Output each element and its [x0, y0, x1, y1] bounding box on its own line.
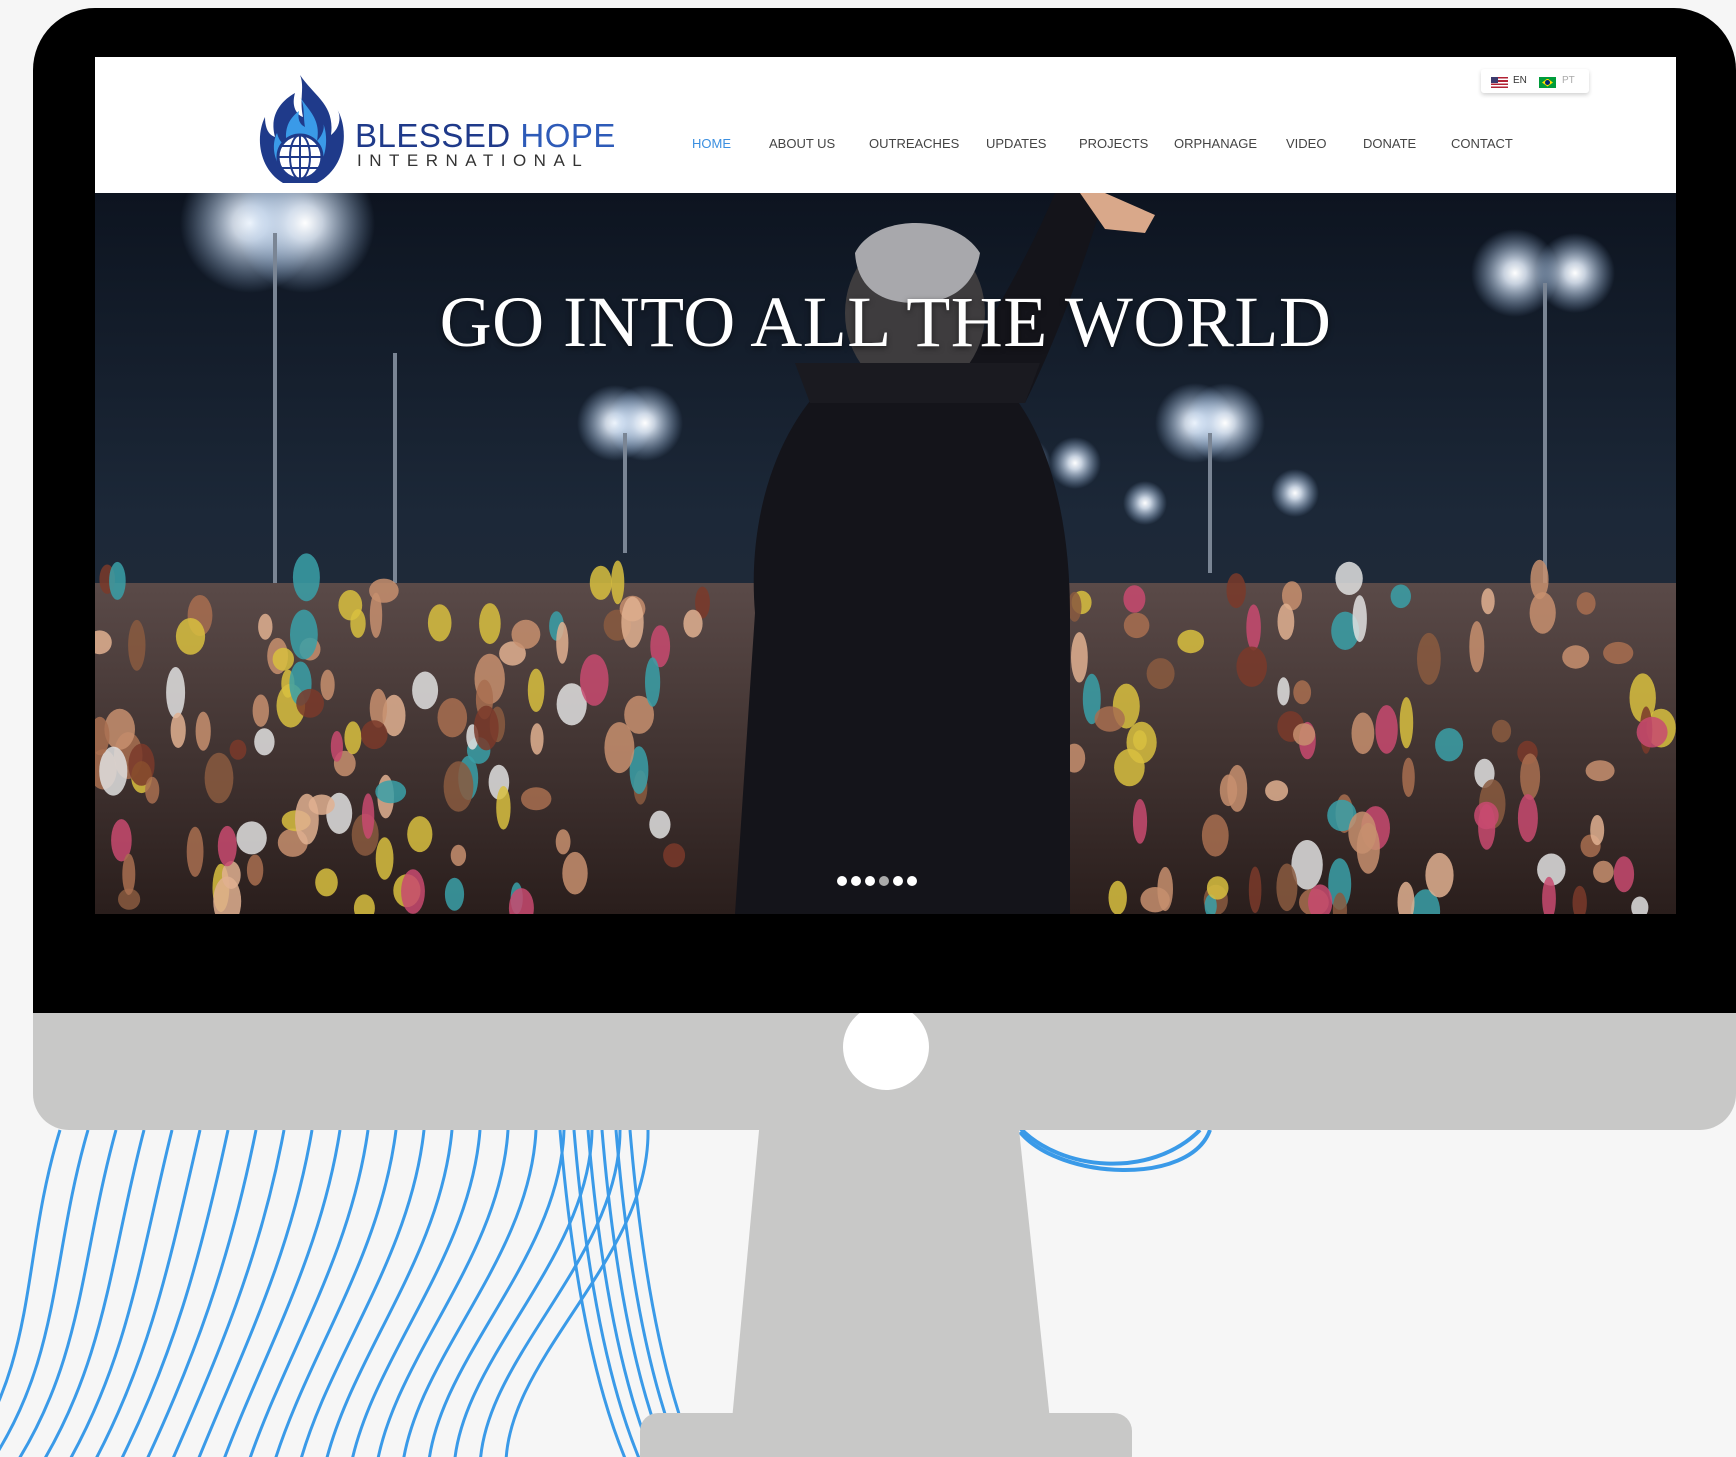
brazil-flag-icon[interactable] — [1539, 77, 1556, 88]
brand-subtitle: INTERNATIONAL — [357, 151, 590, 170]
slide-dot-6[interactable] — [907, 876, 917, 886]
nav-projects[interactable]: PROJECTS — [1079, 136, 1148, 151]
slide-dot-3[interactable] — [865, 876, 875, 886]
hero-title: GO INTO ALL THE WORLD — [439, 282, 1332, 362]
nav-video[interactable]: VIDEO — [1286, 136, 1326, 151]
lang-pt[interactable]: PT — [1562, 75, 1575, 86]
nav-orphanage[interactable]: ORPHANAGE — [1174, 136, 1257, 151]
monitor-logo-dot — [843, 1004, 929, 1090]
us-flag-icon[interactable] — [1491, 77, 1508, 88]
brand-name: BLESSED HOPE — [355, 117, 616, 154]
slide-dot-2[interactable] — [851, 876, 861, 886]
nav-home[interactable]: HOME — [692, 136, 731, 151]
language-switcher: EN PT — [1481, 69, 1589, 93]
lang-en[interactable]: EN — [1513, 75, 1527, 86]
nav-about-us[interactable]: ABOUT US — [769, 136, 835, 151]
website-screen: BLESSED HOPE INTERNATIONAL HOME ABOUT US… — [95, 57, 1676, 914]
nav-outreaches[interactable]: OUTREACHES — [869, 136, 959, 151]
nav-donate[interactable]: DONATE — [1363, 136, 1416, 151]
hero-slider: GO INTO ALL THE WORLD — [95, 193, 1676, 914]
slide-dot-4[interactable] — [879, 876, 889, 886]
nav-updates[interactable]: UPDATES — [986, 136, 1046, 151]
slide-dot-5[interactable] — [893, 876, 903, 886]
slide-dot-1[interactable] — [837, 876, 847, 886]
nav-contact[interactable]: CONTACT — [1451, 136, 1513, 151]
site-header: BLESSED HOPE INTERNATIONAL HOME ABOUT US… — [95, 57, 1676, 193]
flame-globe-logo-icon — [259, 75, 344, 183]
